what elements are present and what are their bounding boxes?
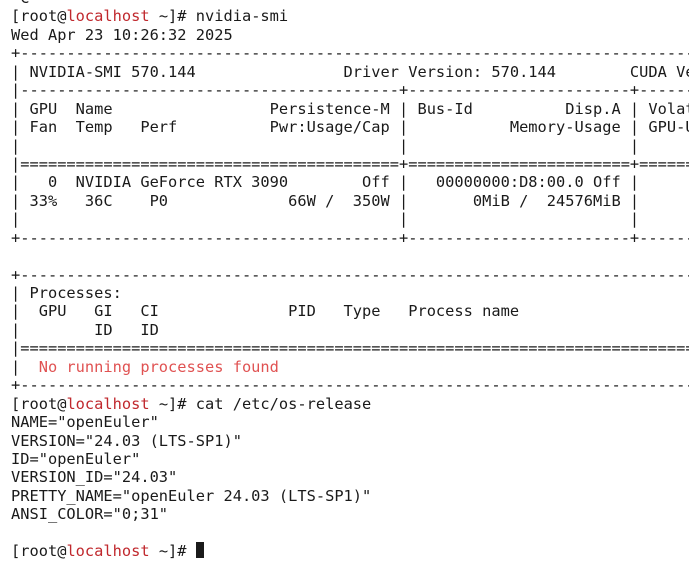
terminal-output-line: VERSION_ID="24.03" <box>11 468 689 486</box>
terminal-output-line: +---------------------------------------… <box>11 44 689 62</box>
line-text: | Processes: | <box>11 284 122 302</box>
shell-prompt-line: [root@localhost ~]# nvidia-smi <box>11 7 689 25</box>
line-text: NAME="openEuler" <box>11 413 159 432</box>
line-text: VERSION_ID="24.03" <box>11 468 178 487</box>
line-text: VERSION="24.03 (LTS-SP1)" <box>11 431 242 450</box>
line-text: | GPU Name Persistence-M | Bus-Id Disp.A… <box>11 99 689 118</box>
prompt-command: ~]# cat /etc/os-release <box>149 394 372 413</box>
prompt-command: ~]# <box>149 542 196 561</box>
prompt-hostname: localhost <box>66 394 150 413</box>
line-text: +---------------------------------------… <box>11 228 689 247</box>
line-text: | <box>279 358 689 376</box>
line-text: Wed Apr 23 10:26:32 2025 <box>11 25 233 44</box>
line-text: | | | MIG M. | <box>11 136 640 155</box>
terminal-output-line: |---------------------------------------… <box>11 81 689 99</box>
line-text: | GPU GI CI PID Type Process name GPU Me… <box>11 302 520 321</box>
line-text: ANSI_COLOR="0;31" <box>11 505 169 524</box>
line-text: | ID ID Usage | <box>11 320 159 339</box>
line-text: +---------------------------------------… <box>11 376 689 395</box>
terminal-output-line: | 0 NVIDIA GeForce RTX 3090 Off | 000000… <box>11 173 689 191</box>
terminal-output-line: Wed Apr 23 10:26:32 2025 <box>11 26 689 44</box>
terminal-output-line: | Fan Temp Perf Pwr:Usage/Cap | Memory-U… <box>11 118 689 136</box>
line-text: | Fan Temp Perf Pwr:Usage/Cap | Memory-U… <box>11 118 689 137</box>
shell-prompt-line: [root@localhost ~]# <box>11 542 689 560</box>
prompt-user: [root@ <box>11 394 67 413</box>
terminal-output-line: | No running processes found | <box>11 358 689 376</box>
terminal-output-line: | ID ID Usage | <box>11 321 689 339</box>
terminal-output-line: PRETTY_NAME="openEuler 24.03 (LTS-SP1)" <box>11 487 689 505</box>
prompt-hostname: localhost <box>66 7 150 26</box>
terminal-output-line: | GPU GI CI PID Type Process name GPU Me… <box>11 302 689 320</box>
line-text: +---------------------------------------… <box>11 44 689 63</box>
line-text: | | | N/A | <box>11 210 640 229</box>
terminal-output-line: ANSI_COLOR="0;31" <box>11 505 689 523</box>
terminal-output-line: | | | N/A | <box>11 210 689 228</box>
line-text: | <box>11 357 39 376</box>
line-text: +---------------------------------------… <box>11 265 689 284</box>
line-text: PRETTY_NAME="openEuler 24.03 (LTS-SP1)" <box>11 486 372 505</box>
terminal-output-line: ^C <box>11 0 689 7</box>
terminal-output-line: | | | MIG M. | <box>11 137 689 155</box>
prompt-hostname: localhost <box>66 542 150 561</box>
text-cursor[interactable] <box>195 542 205 559</box>
terminal-output-line: |=======================================… <box>11 339 689 357</box>
line-text: ID="openEuler" <box>11 449 141 468</box>
line-text: |=======================================… <box>11 154 689 173</box>
terminal-output-line: +---------------------------------------… <box>11 376 689 394</box>
terminal-output-line: ID="openEuler" <box>11 450 689 468</box>
prompt-command: ~]# nvidia-smi <box>149 7 289 26</box>
terminal-output-line: | GPU Name Persistence-M | Bus-Id Disp.A… <box>11 100 689 118</box>
terminal-output-line: | 33% 36C P0 66W / 350W | 0MiB / 24576Mi… <box>11 192 689 210</box>
line-text: |---------------------------------------… <box>11 81 689 100</box>
shell-prompt-line: [root@localhost ~]# cat /etc/os-release <box>11 395 689 413</box>
terminal-output-line: +---------------------------------------… <box>11 266 689 284</box>
line-text: |=======================================… <box>11 339 689 358</box>
terminal-output-line: | NVIDIA-SMI 570.144 Driver Version: 570… <box>11 63 689 81</box>
no-processes-message: No running processes found <box>38 357 279 376</box>
prompt-user: [root@ <box>11 7 67 26</box>
line-text: | 0 NVIDIA GeForce RTX 3090 Off | 000000… <box>11 173 640 192</box>
line-text: | NVIDIA-SMI 570.144 Driver Version: 570… <box>11 62 689 81</box>
terminal-window[interactable]: ^C[root@localhost ~]# nvidia-smiWed Apr … <box>0 0 689 566</box>
terminal-output-line: +---------------------------------------… <box>11 229 689 247</box>
prompt-user: [root@ <box>11 542 67 561</box>
line-text: ^C <box>11 0 29 7</box>
terminal-output-line: |=======================================… <box>11 155 689 173</box>
terminal-output-line: NAME="openEuler" <box>11 413 689 431</box>
terminal-output-line: VERSION="24.03 (LTS-SP1)" <box>11 432 689 450</box>
terminal-output-line: | Processes: | <box>11 284 689 302</box>
line-text: | 33% 36C P0 66W / 350W | 0MiB / 24576Mi… <box>11 191 640 210</box>
